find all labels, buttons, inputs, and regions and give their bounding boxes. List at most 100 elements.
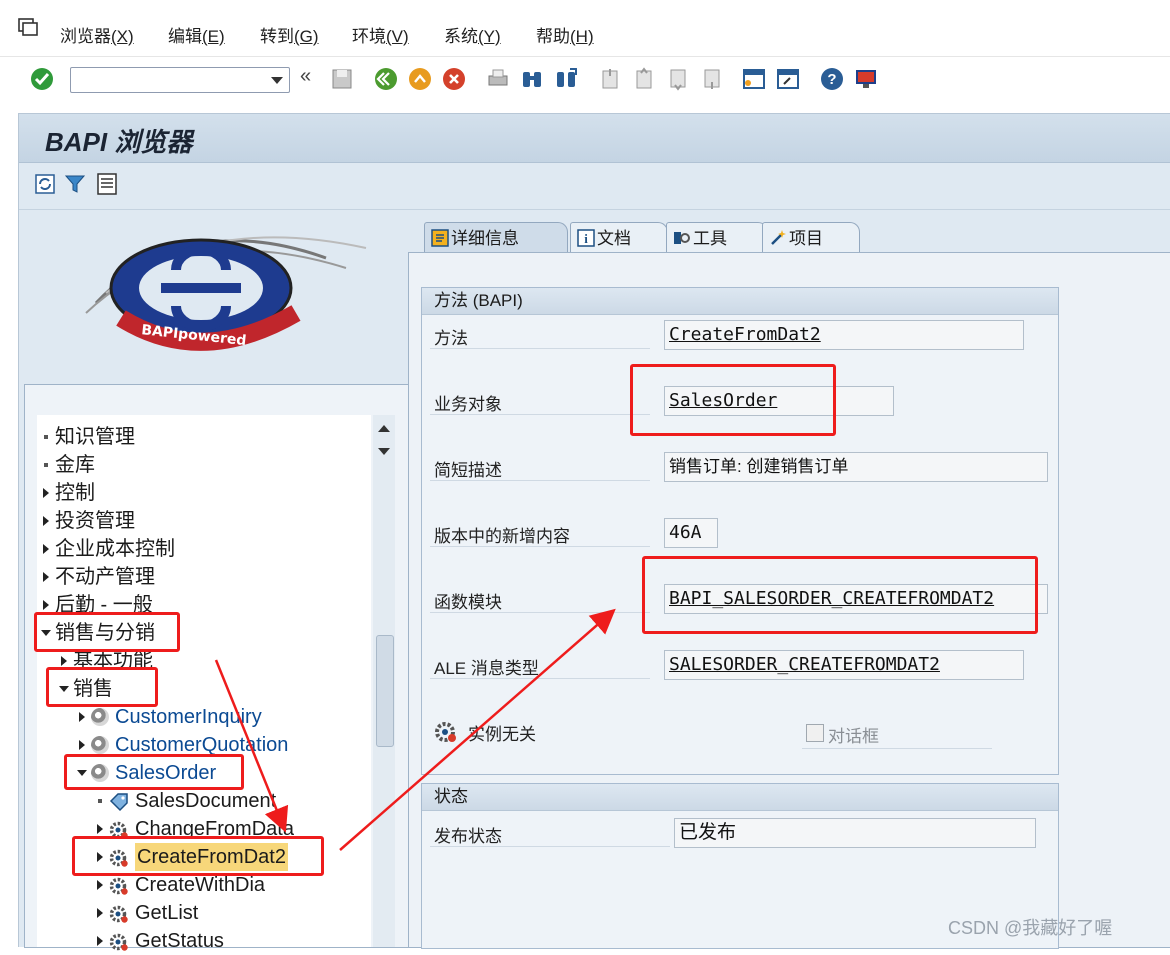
tree-node-label: GetList xyxy=(135,902,199,924)
dialog-checkbox[interactable] xyxy=(806,724,824,742)
menu-help[interactable]: 帮助(H) xyxy=(536,22,594,47)
menu-goto[interactable]: 转到(G) xyxy=(260,22,319,47)
tree-node-label: 金库 xyxy=(55,454,95,476)
refresh-icon[interactable] xyxy=(33,172,57,196)
info-icon: i xyxy=(577,229,595,247)
divider xyxy=(430,846,670,847)
back-icon[interactable] xyxy=(374,67,398,91)
magic-wand-icon xyxy=(771,230,786,245)
method-field[interactable]: CreateFromDat2 xyxy=(664,320,1024,350)
find-icon[interactable] xyxy=(520,67,544,91)
last-page-icon[interactable] xyxy=(700,67,724,91)
tree-node-label: 企业成本控制 xyxy=(55,538,175,560)
layout-menu-icon[interactable] xyxy=(854,67,878,91)
find-next-icon[interactable] xyxy=(554,67,578,91)
method-group: 方法 (BAPI) 方法 CreateFromDat2 业务对象 SalesOr… xyxy=(421,287,1059,775)
new-session-icon[interactable] xyxy=(742,67,766,91)
tab-documentation[interactable]: i 文档 xyxy=(570,222,668,254)
title-bar: BAPI 浏览器 xyxy=(19,114,1170,163)
short-description-label: 简短描述 xyxy=(434,461,502,480)
tree-node[interactable]: 知识管理 xyxy=(37,423,371,451)
tab-tools[interactable]: 工具 xyxy=(666,222,768,254)
tree-node[interactable]: 控制 xyxy=(37,479,371,507)
divider xyxy=(430,414,650,415)
leaf-dot-icon[interactable] xyxy=(95,787,105,815)
ale-message-type-field[interactable]: SALESORDER_CREATEFROMDAT2 xyxy=(664,650,1024,680)
annotation-box-salesorder xyxy=(64,754,244,790)
annotation-box-sales-distribution xyxy=(34,612,180,652)
scroll-down-icon[interactable] xyxy=(377,447,391,457)
tag-icon xyxy=(109,793,128,812)
divider xyxy=(430,546,650,547)
gear-function-icon xyxy=(435,722,456,742)
previous-page-icon[interactable] xyxy=(632,67,656,91)
tree-node[interactable]: GetList xyxy=(37,899,371,927)
divider xyxy=(430,678,650,679)
tree-node-label: 投资管理 xyxy=(55,510,135,532)
tree-node[interactable]: 金库 xyxy=(37,451,371,479)
divider xyxy=(430,612,650,613)
expand-arrow-icon[interactable] xyxy=(41,563,51,591)
tree-node[interactable]: SalesDocument xyxy=(37,787,371,815)
expand-arrow-icon[interactable] xyxy=(41,507,51,535)
help-icon[interactable]: ? xyxy=(820,67,844,91)
next-page-icon[interactable] xyxy=(666,67,690,91)
divider xyxy=(430,480,650,481)
filter-icon[interactable] xyxy=(63,172,87,196)
tree-node[interactable]: 企业成本控制 xyxy=(37,535,371,563)
ale-message-type-label: ALE 消息类型 xyxy=(434,659,539,678)
method-gear-icon xyxy=(109,933,128,951)
menu-edit[interactable]: 编辑(E) xyxy=(168,22,225,47)
tree-scrollbar[interactable] xyxy=(373,415,395,947)
short-description-field[interactable]: 销售订单: 创建销售订单 xyxy=(664,452,1048,482)
cancel-icon[interactable] xyxy=(442,67,466,91)
standard-toolbar: « ? xyxy=(0,56,1170,101)
first-page-icon[interactable] xyxy=(598,67,622,91)
page-title: BAPI 浏览器 xyxy=(45,127,193,157)
save-icon[interactable] xyxy=(330,67,354,91)
instance-independent-label: 实例无关 xyxy=(468,725,536,744)
command-field[interactable] xyxy=(70,67,290,93)
menu-environment[interactable]: 环境(V) xyxy=(352,22,409,47)
svg-text:?: ? xyxy=(827,71,836,88)
menu-system[interactable]: 系统(Y) xyxy=(444,22,501,47)
method-group-title: 方法 (BAPI) xyxy=(422,288,1058,315)
tree-node-label: CustomerInquiry xyxy=(115,706,262,728)
tab-project[interactable]: 项目 xyxy=(762,222,860,254)
expand-arrow-icon[interactable] xyxy=(41,479,51,507)
annotation-box-createfromdat2 xyxy=(72,836,324,876)
tree-node-label: 不动产管理 xyxy=(55,566,155,588)
collapse-icon[interactable]: « xyxy=(300,65,311,88)
tree-node[interactable]: 不动产管理 xyxy=(37,563,371,591)
scroll-up-icon[interactable] xyxy=(377,423,391,433)
release-field[interactable]: 46A xyxy=(664,518,718,548)
annotation-box-sales xyxy=(46,667,158,707)
business-object-label: 业务对象 xyxy=(434,395,502,414)
exit-icon[interactable] xyxy=(408,67,432,91)
print-icon[interactable] xyxy=(486,67,510,91)
expand-arrow-icon[interactable] xyxy=(77,703,87,731)
dropdown-arrow-icon[interactable] xyxy=(271,77,283,84)
tree-node[interactable]: GetStatus xyxy=(37,927,371,955)
expand-arrow-icon[interactable] xyxy=(41,535,51,563)
leaf-dot-icon[interactable] xyxy=(41,423,51,451)
menu-browser[interactable]: 浏览器(X) xyxy=(60,22,134,47)
expand-arrow-icon[interactable] xyxy=(95,927,105,955)
annotation-box-function-module xyxy=(642,556,1038,634)
list-icon[interactable] xyxy=(95,172,119,196)
leaf-dot-icon[interactable] xyxy=(41,451,51,479)
tree-node[interactable]: CustomerInquiry xyxy=(37,703,371,731)
scroll-thumb[interactable] xyxy=(376,635,394,747)
release-status-field[interactable]: 已发布 xyxy=(674,818,1036,848)
status-group-title: 状态 xyxy=(422,784,1058,811)
function-module-label: 函数模块 xyxy=(434,593,502,612)
dialog-label: 对话框 xyxy=(828,727,879,746)
enter-check-icon[interactable] xyxy=(30,67,54,91)
expand-arrow-icon[interactable] xyxy=(95,899,105,927)
shortcut-icon[interactable] xyxy=(776,67,800,91)
divider xyxy=(802,748,992,749)
tab-details[interactable]: 详细信息 xyxy=(424,222,568,254)
bapi-powered-logo: BAPIpowered xyxy=(85,236,367,351)
system-menu-icon[interactable] xyxy=(18,18,38,36)
tree-node[interactable]: 投资管理 xyxy=(37,507,371,535)
